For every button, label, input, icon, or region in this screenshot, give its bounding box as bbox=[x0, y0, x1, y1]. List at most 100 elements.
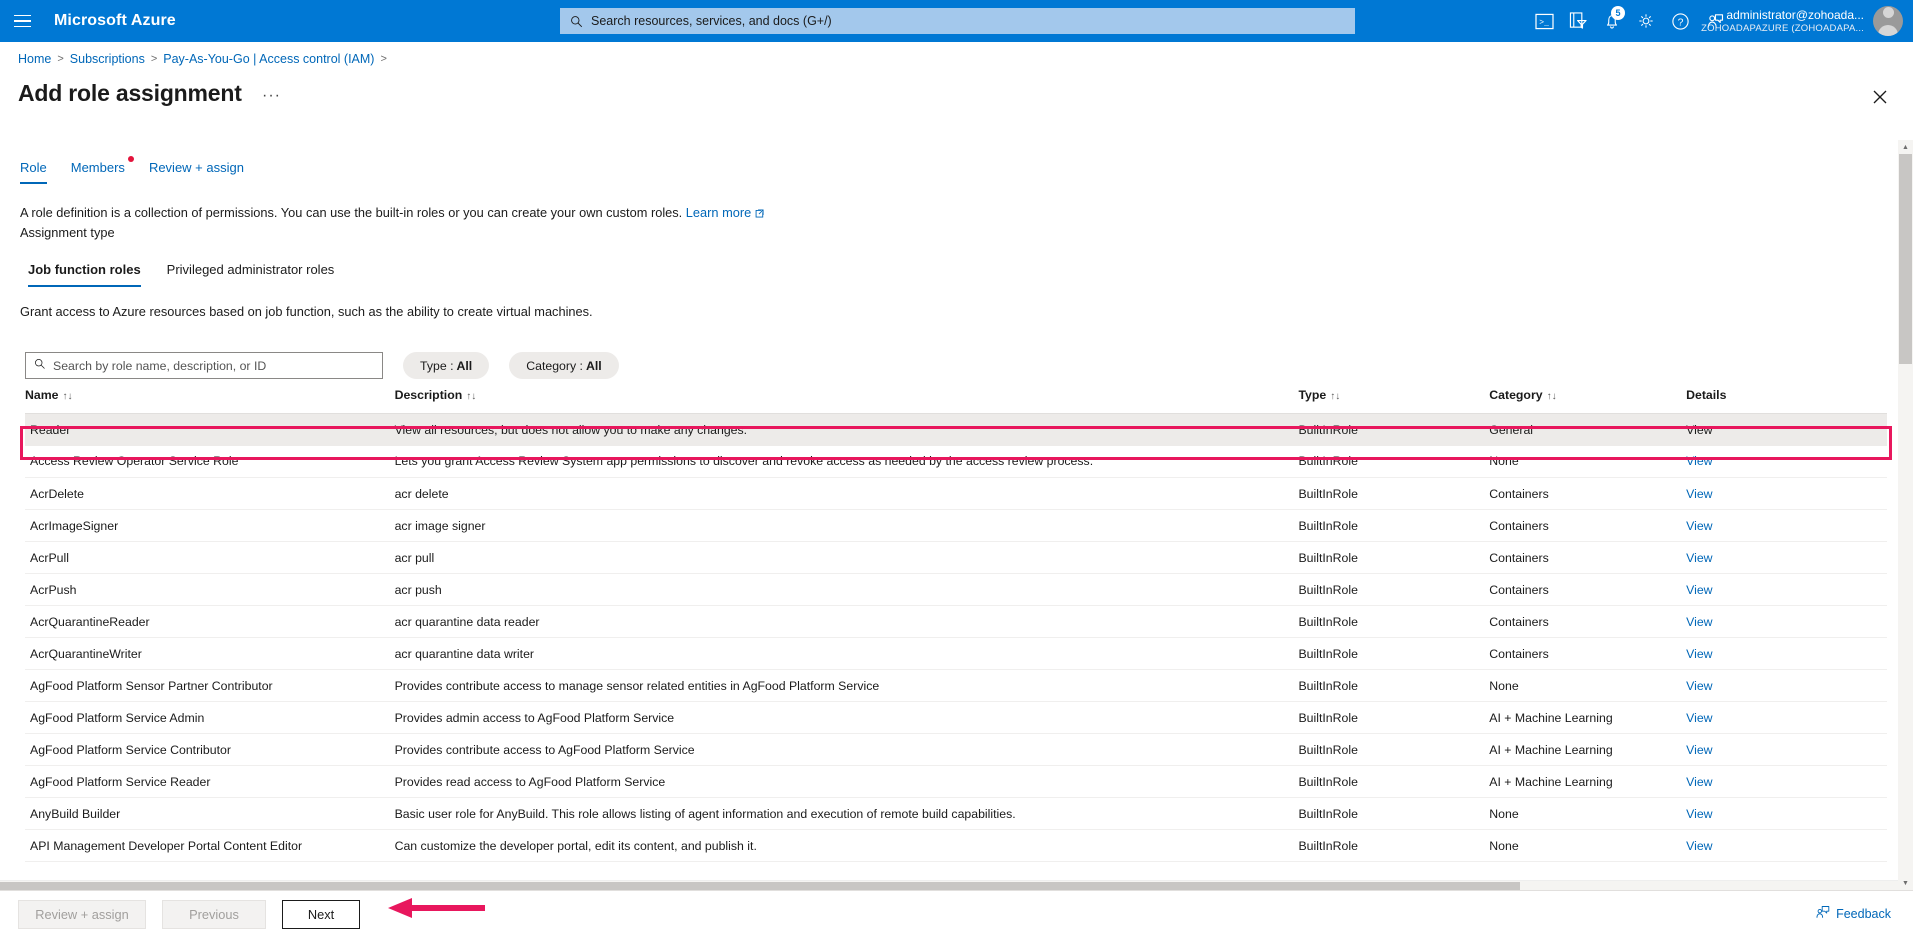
filter-pill-type[interactable]: Type : All bbox=[403, 352, 490, 379]
view-details-link[interactable]: View bbox=[1686, 775, 1712, 789]
cell-role-category-text: AI + Machine Learning bbox=[1489, 710, 1613, 725]
horizontal-scrollbar[interactable] bbox=[0, 880, 1898, 890]
scroll-down-arrow-icon[interactable]: ▼ bbox=[1898, 876, 1913, 890]
cell-role-details[interactable]: View bbox=[1686, 701, 1887, 734]
cell-role-details[interactable]: View bbox=[1686, 477, 1887, 510]
cell-role-details[interactable]: View bbox=[1686, 605, 1887, 638]
cell-role-category: Containers bbox=[1489, 573, 1687, 606]
cell-role-details[interactable]: View bbox=[1686, 797, 1887, 830]
avatar[interactable] bbox=[1873, 6, 1903, 36]
cell-role-details[interactable]: View bbox=[1686, 733, 1887, 766]
cell-role-category: AI + Machine Learning bbox=[1489, 765, 1687, 798]
column-header-type[interactable]: Type ↑↓ bbox=[1298, 388, 1490, 414]
view-details-link[interactable]: View bbox=[1686, 647, 1712, 661]
vertical-scrollbar-thumb[interactable] bbox=[1899, 154, 1912, 364]
feedback-button[interactable]: Feedback bbox=[1815, 905, 1891, 923]
view-details-link[interactable]: View bbox=[1686, 519, 1712, 533]
view-details-link[interactable]: View bbox=[1686, 423, 1712, 437]
table-row[interactable]: API Management Developer Portal Content … bbox=[25, 829, 1887, 862]
notifications-icon[interactable]: 5 bbox=[1595, 0, 1629, 42]
search-placeholder: Search by role name, description, or ID bbox=[53, 358, 267, 373]
cell-role-details[interactable]: View bbox=[1686, 669, 1887, 702]
view-details-link[interactable]: View bbox=[1686, 711, 1712, 725]
view-details-link[interactable]: View bbox=[1686, 743, 1712, 757]
hamburger-icon[interactable] bbox=[0, 0, 44, 42]
tab-job-function-roles[interactable]: Job function roles bbox=[28, 262, 141, 287]
cell-role-details[interactable]: View bbox=[1686, 829, 1887, 862]
table-row[interactable]: AcrImageSigner acr image signer BuiltInRol… bbox=[25, 509, 1887, 542]
tab-privileged-administrator-roles[interactable]: Privileged administrator roles bbox=[167, 262, 335, 287]
cell-role-name-text: AgFood Platform Sensor Partner Contribut… bbox=[30, 678, 273, 693]
help-question-icon[interactable]: ? bbox=[1663, 0, 1697, 42]
more-options-button[interactable]: ··· bbox=[262, 88, 281, 104]
table-row[interactable]: AcrPull acr pull BuiltInRole Containers View bbox=[25, 541, 1887, 574]
breadcrumb-item-subscriptions[interactable]: Subscriptions bbox=[70, 52, 145, 66]
cell-role-details[interactable]: View bbox=[1686, 445, 1887, 478]
table-row[interactable]: AcrQuarantineReader acr quarantine data r… bbox=[25, 605, 1887, 638]
previous-button[interactable]: Previous bbox=[162, 900, 266, 929]
table-row[interactable]: AcrDelete acr delete BuiltInRole Containers… bbox=[25, 477, 1887, 510]
account-menu[interactable]: administrator@zohoada... ZOHOADAPAZURE (… bbox=[1701, 0, 1903, 42]
filter-pill-category[interactable]: Category : All bbox=[509, 352, 619, 379]
tab-members[interactable]: Members bbox=[71, 156, 134, 184]
grant-access-description: Grant access to Azure resources based on… bbox=[20, 304, 593, 319]
learn-more-link[interactable]: Learn more bbox=[686, 205, 751, 220]
view-details-link[interactable]: View bbox=[1686, 583, 1712, 597]
cell-role-description-text: Can customize the developer portal, edit… bbox=[394, 838, 757, 853]
cell-role-name: AgFood Platform Service Reader bbox=[25, 765, 395, 798]
next-button[interactable]: Next bbox=[282, 900, 360, 929]
scroll-up-arrow-icon[interactable]: ▲ bbox=[1898, 140, 1913, 154]
table-row[interactable]: AcrQuarantineWriter acr quarantine data w… bbox=[25, 637, 1887, 670]
global-search-input[interactable]: Search resources, services, and docs (G+… bbox=[560, 8, 1355, 34]
directories-filter-icon[interactable] bbox=[1561, 0, 1595, 42]
cell-role-description: acr delete bbox=[394, 477, 1299, 510]
cloud-shell-icon[interactable]: >_ bbox=[1527, 0, 1561, 42]
view-details-link[interactable]: View bbox=[1686, 551, 1712, 565]
tab-role[interactable]: Role bbox=[20, 160, 47, 184]
cell-role-details[interactable]: View bbox=[1686, 509, 1887, 542]
table-row[interactable]: AnyBuild Builder Basic user role for AnyB… bbox=[25, 797, 1887, 830]
table-row[interactable]: AgFood Platform Service Contributor Provi… bbox=[25, 733, 1887, 766]
settings-gear-icon[interactable] bbox=[1629, 0, 1663, 42]
cell-role-details[interactable]: View bbox=[1686, 413, 1887, 446]
column-header-category[interactable]: Category ↑↓ bbox=[1489, 388, 1687, 414]
review-and-assign-button[interactable]: Review + assign bbox=[18, 900, 146, 929]
cell-role-type: BuiltInRole bbox=[1298, 413, 1490, 446]
table-row[interactable]: AgFood Platform Sensor Partner Contribut… bbox=[25, 669, 1887, 702]
search-input[interactable]: Search by role name, description, or ID bbox=[25, 352, 383, 379]
breadcrumb-item-home[interactable]: Home bbox=[18, 52, 51, 66]
table-row[interactable]: Reader View all resources, but does not a… bbox=[25, 413, 1887, 446]
cell-role-name: Access Review Operator Service Role bbox=[25, 445, 395, 478]
view-details-link[interactable]: View bbox=[1686, 615, 1712, 629]
breadcrumb-item-access-control[interactable]: Pay-As-You-Go | Access control (IAM) bbox=[163, 52, 374, 66]
feedback-icon bbox=[1815, 905, 1830, 923]
view-details-link[interactable]: View bbox=[1686, 487, 1712, 501]
azure-brand-label[interactable]: Microsoft Azure bbox=[54, 12, 176, 30]
table-row[interactable]: AgFood Platform Service Admin Provides ad… bbox=[25, 701, 1887, 734]
vertical-scrollbar[interactable]: ▲ ▼ bbox=[1898, 140, 1913, 890]
tab-review-assign[interactable]: Review + assign bbox=[149, 160, 244, 184]
cell-role-name-text: AgFood Platform Service Admin bbox=[30, 710, 205, 725]
cell-role-details[interactable]: View bbox=[1686, 541, 1887, 574]
cell-role-details[interactable]: View bbox=[1686, 765, 1887, 798]
table-row[interactable]: Access Review Operator Service Role Lets … bbox=[25, 445, 1887, 478]
cell-role-description-text: Provides read access to AgFood Platform … bbox=[394, 774, 666, 789]
cell-role-name: AgFood Platform Service Admin bbox=[25, 701, 395, 734]
view-details-link[interactable]: View bbox=[1686, 454, 1712, 468]
column-header-name[interactable]: Name ↑↓ bbox=[25, 388, 395, 414]
cell-role-details[interactable]: View bbox=[1686, 637, 1887, 670]
view-details-link[interactable]: View bbox=[1686, 679, 1712, 693]
horizontal-scrollbar-thumb[interactable] bbox=[0, 882, 1520, 890]
view-details-link[interactable]: View bbox=[1686, 839, 1712, 853]
table-row[interactable]: AgFood Platform Service Reader Provides r… bbox=[25, 765, 1887, 798]
table-row[interactable]: AcrPush acr push BuiltInRole Containers View bbox=[25, 573, 1887, 606]
column-header-description[interactable]: Description ↑↓ bbox=[394, 388, 1299, 414]
view-details-link[interactable]: View bbox=[1686, 807, 1712, 821]
cell-role-name-text: AgFood Platform Service Reader bbox=[30, 774, 211, 789]
cell-role-type-text: BuiltInRole bbox=[1298, 678, 1358, 693]
cell-role-details[interactable]: View bbox=[1686, 573, 1887, 606]
cell-role-name: AcrQuarantineWriter bbox=[25, 637, 395, 670]
close-icon[interactable] bbox=[1867, 84, 1893, 110]
account-directory: ZOHOADAPAZURE (ZOHOADAPA... bbox=[1701, 22, 1864, 34]
cell-role-name: AcrPush bbox=[25, 573, 395, 606]
